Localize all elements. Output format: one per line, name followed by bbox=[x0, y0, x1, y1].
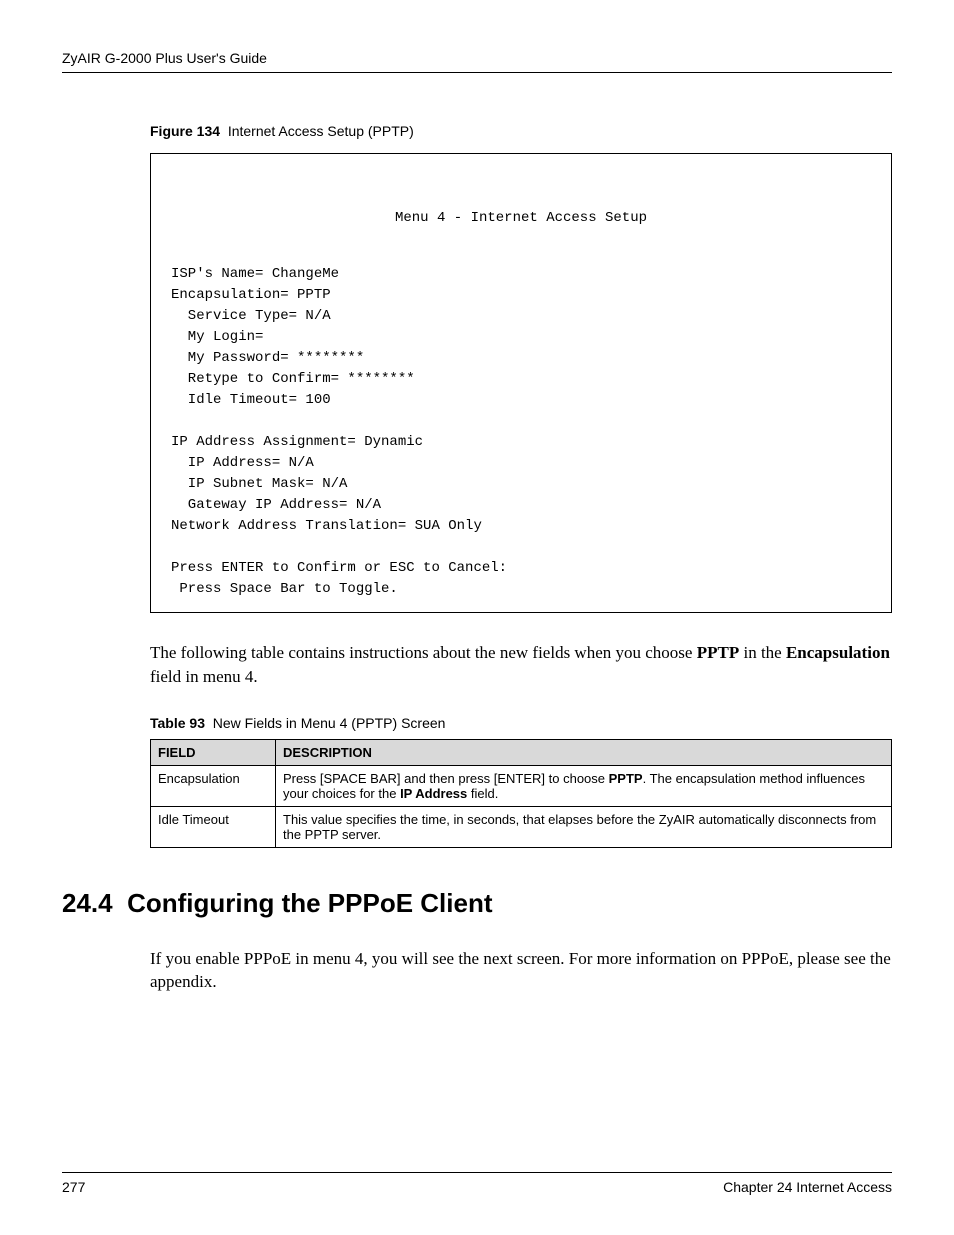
fields-table: FIELD DESCRIPTION Encapsulation Press [S… bbox=[150, 739, 892, 848]
para-text: in the bbox=[739, 643, 786, 662]
terminal-line: Service Type= N/A bbox=[171, 308, 331, 324]
running-header: ZyAIR G-2000 Plus User's Guide bbox=[62, 50, 892, 73]
table-row: Encapsulation Press [SPACE BAR] and then… bbox=[151, 765, 892, 806]
page-footer: 277 Chapter 24 Internet Access bbox=[62, 1172, 892, 1195]
para-bold: PPTP bbox=[697, 643, 740, 662]
figure-label: Figure 134 bbox=[150, 123, 220, 139]
chapter-label: Chapter 24 Internet Access bbox=[723, 1179, 892, 1195]
terminal-line: Retype to Confirm= ******** bbox=[171, 371, 415, 387]
terminal-line: Press Space Bar to Toggle. bbox=[171, 581, 398, 597]
terminal-line: Gateway IP Address= N/A bbox=[171, 497, 381, 513]
terminal-line: IP Subnet Mask= N/A bbox=[171, 476, 347, 492]
intro-paragraph: The following table contains instruction… bbox=[150, 641, 892, 689]
terminal-line: ISP's Name= ChangeMe bbox=[171, 266, 339, 282]
cell-field: Encapsulation bbox=[151, 765, 276, 806]
desc-bold: IP Address bbox=[400, 786, 467, 801]
terminal-line: Encapsulation= PPTP bbox=[171, 287, 331, 303]
section-paragraph: If you enable PPPoE in menu 4, you will … bbox=[150, 947, 892, 995]
table-label: Table 93 bbox=[150, 715, 205, 731]
terminal-line: Network Address Translation= SUA Only bbox=[171, 518, 482, 534]
terminal-line: IP Address Assignment= Dynamic bbox=[171, 434, 423, 450]
col-header-description: DESCRIPTION bbox=[276, 739, 892, 765]
figure-caption: Figure 134 Internet Access Setup (PPTP) bbox=[150, 123, 892, 139]
section-number: 24.4 bbox=[62, 888, 113, 918]
cell-field: Idle Timeout bbox=[151, 806, 276, 847]
figure-title: Internet Access Setup (PPTP) bbox=[228, 123, 414, 139]
terminal-box: Menu 4 - Internet Access Setup ISP's Nam… bbox=[150, 153, 892, 613]
cell-description: Press [SPACE BAR] and then press [ENTER]… bbox=[276, 765, 892, 806]
terminal-menu-title: Menu 4 - Internet Access Setup bbox=[171, 208, 871, 229]
table-row: Idle Timeout This value specifies the ti… bbox=[151, 806, 892, 847]
table-title: New Fields in Menu 4 (PPTP) Screen bbox=[213, 715, 446, 731]
cell-description: This value specifies the time, in second… bbox=[276, 806, 892, 847]
table-caption: Table 93 New Fields in Menu 4 (PPTP) Scr… bbox=[150, 715, 892, 731]
terminal-line: Press ENTER to Confirm or ESC to Cancel: bbox=[171, 560, 507, 576]
terminal-line: IP Address= N/A bbox=[171, 455, 314, 471]
para-text: field in menu 4. bbox=[150, 667, 258, 686]
terminal-line: My Password= ******** bbox=[171, 350, 364, 366]
desc-text: Press [SPACE BAR] and then press [ENTER]… bbox=[283, 771, 609, 786]
col-header-field: FIELD bbox=[151, 739, 276, 765]
para-bold: Encapsulation bbox=[786, 643, 890, 662]
section-title: Configuring the PPPoE Client bbox=[127, 888, 492, 918]
section-heading: 24.4 Configuring the PPPoE Client bbox=[62, 888, 892, 919]
para-text: The following table contains instruction… bbox=[150, 643, 697, 662]
page-number: 277 bbox=[62, 1179, 85, 1195]
terminal-line: My Login= bbox=[171, 329, 263, 345]
table-header-row: FIELD DESCRIPTION bbox=[151, 739, 892, 765]
desc-bold: PPTP bbox=[609, 771, 643, 786]
terminal-line: Idle Timeout= 100 bbox=[171, 392, 331, 408]
desc-text: field. bbox=[467, 786, 498, 801]
